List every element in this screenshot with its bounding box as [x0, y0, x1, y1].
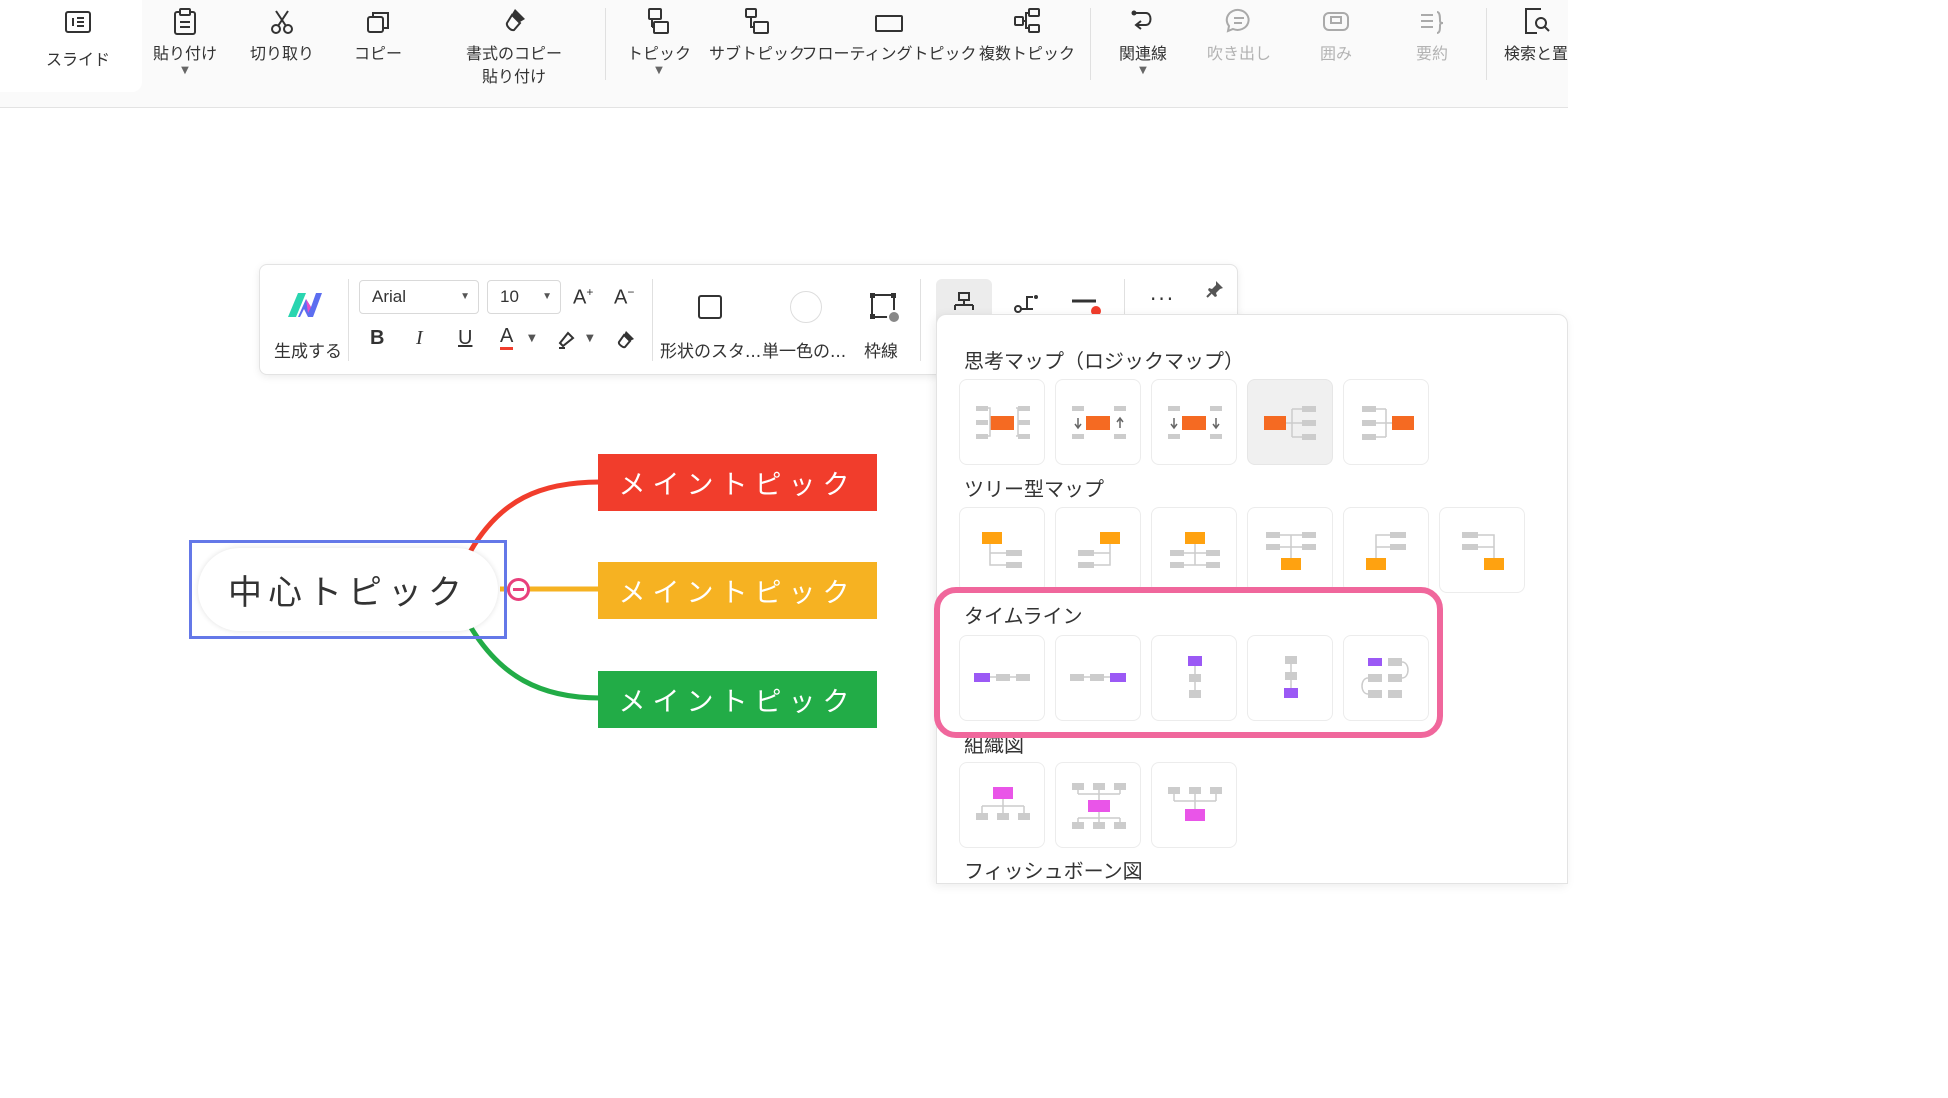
tree-up-icon: [1266, 532, 1316, 570]
chevron-down-icon[interactable]: ▼: [528, 333, 536, 344]
clear-format-brush-icon[interactable]: [614, 329, 636, 355]
pin-icon[interactable]: [1205, 279, 1225, 303]
logic-up-icon: [1072, 406, 1126, 439]
logic-left-icon: [1362, 406, 1414, 440]
org-down-icon: [976, 787, 1030, 820]
collapse-toggle-icon[interactable]: [507, 578, 530, 601]
font-family-value: Arial: [372, 287, 407, 306]
decrease-font-button[interactable]: A−: [614, 285, 634, 310]
layout-logic-down[interactable]: [1151, 379, 1237, 465]
divider: [652, 279, 653, 361]
tree-right-icon: [982, 532, 1022, 568]
border-icon[interactable]: [868, 291, 902, 329]
tree-up-right-icon: [1366, 532, 1406, 570]
italic-button[interactable]: I: [416, 327, 423, 350]
layout-logic-both[interactable]: [959, 379, 1045, 465]
font-color-button[interactable]: A: [500, 325, 514, 350]
generate-label[interactable]: 生成する: [268, 337, 348, 362]
layout-org-up[interactable]: [1151, 762, 1237, 848]
shape-style-label[interactable]: 形状のスタ...: [660, 337, 761, 362]
chevron-down-icon: ▼: [542, 291, 552, 302]
divider: [920, 279, 921, 361]
tree-map-heading: ツリー型マップ: [964, 477, 1104, 501]
fill-color-swatch[interactable]: [790, 291, 822, 323]
bold-button[interactable]: B: [370, 327, 384, 350]
underline-button[interactable]: U: [458, 327, 472, 350]
ai-logo-icon[interactable]: [286, 291, 324, 323]
layout-logic-right[interactable]: [1247, 379, 1333, 465]
layout-tree-up-left[interactable]: [1439, 507, 1525, 593]
font-family-select[interactable]: Arial ▼: [359, 280, 479, 314]
chevron-down-icon[interactable]: ▼: [586, 333, 594, 344]
font-size-value: 10: [500, 287, 519, 306]
main-topic-1[interactable]: メイントピック: [598, 454, 877, 511]
tree-left-icon: [1078, 532, 1120, 568]
decrease-font-label: A: [614, 286, 628, 309]
increase-font-button[interactable]: A+: [573, 285, 593, 310]
org-both-icon: [1072, 783, 1126, 829]
logic-down-icon: [1168, 406, 1222, 439]
central-topic[interactable]: 中心トピック: [198, 548, 498, 631]
timeline-highlight-frame: [934, 587, 1443, 738]
layout-tree-both[interactable]: [1151, 507, 1237, 593]
tree-both-icon: [1170, 532, 1220, 568]
layout-tree-up[interactable]: [1247, 507, 1333, 593]
shape-style-icon[interactable]: [696, 293, 724, 325]
layout-org-down[interactable]: [959, 762, 1045, 848]
divider: [348, 279, 349, 361]
central-topic-selection[interactable]: 中心トピック: [189, 540, 507, 639]
border-label[interactable]: 枠線: [864, 337, 898, 362]
font-size-select[interactable]: 10 ▼: [487, 280, 561, 314]
layout-logic-left[interactable]: [1343, 379, 1429, 465]
fishbone-heading: フィッシュボーン図: [964, 859, 1143, 883]
chevron-down-icon: ▼: [460, 291, 470, 302]
layout-tree-right[interactable]: [959, 507, 1045, 593]
divider: [1124, 279, 1125, 319]
logic-right-icon: [1264, 406, 1316, 440]
more-icon[interactable]: ···: [1150, 287, 1175, 311]
main-topic-3[interactable]: メイントピック: [598, 671, 877, 728]
tree-up-left-icon: [1462, 532, 1504, 570]
layout-logic-up[interactable]: [1055, 379, 1141, 465]
fill-label[interactable]: 単一色の...: [762, 337, 846, 362]
layout-org-both[interactable]: [1055, 762, 1141, 848]
main-topic-2[interactable]: メイントピック: [598, 562, 877, 619]
layout-tree-left[interactable]: [1055, 507, 1141, 593]
org-up-icon: [1168, 787, 1222, 821]
logic-map-heading: 思考マップ（ロジックマップ）: [964, 349, 1244, 373]
logic-both-icon: [976, 406, 1030, 439]
increase-font-label: A: [573, 286, 587, 309]
highlight-pen-icon[interactable]: [556, 329, 578, 355]
layout-tree-up-right[interactable]: [1343, 507, 1429, 593]
